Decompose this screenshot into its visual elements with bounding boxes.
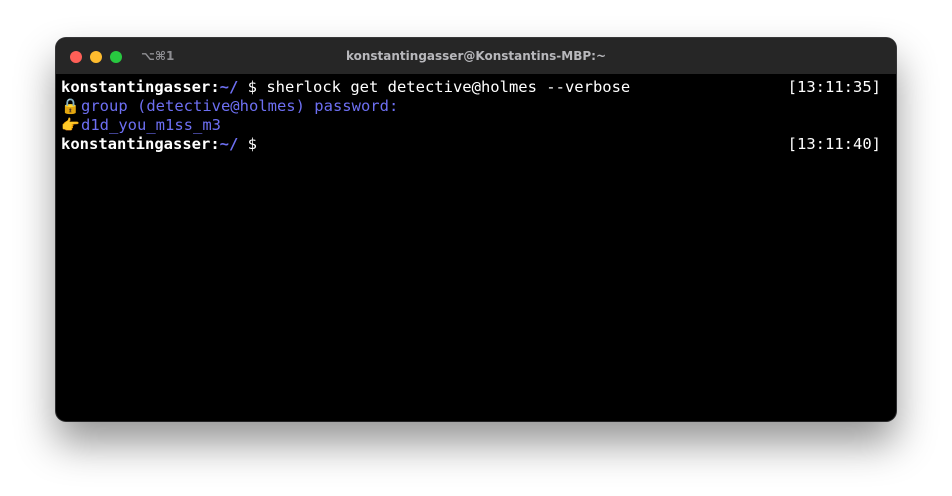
prompt-symbol: $: [238, 78, 267, 96]
prompt-path: ~/: [219, 78, 239, 96]
title-bar[interactable]: ⌥⌘1 konstantingasser@Konstantins-MBP:~: [56, 38, 896, 74]
terminal-window: ⌥⌘1 konstantingasser@Konstantins-MBP:~ k…: [56, 38, 896, 421]
password-prompt-text: group (detective@holmes) password:: [81, 97, 399, 115]
prompt-path: ~/: [219, 135, 239, 153]
timestamp: [13:11:35]: [787, 78, 881, 96]
terminal-content[interactable]: konstantingasser:~/ $ sherlock get detec…: [61, 78, 881, 154]
prompt-colon: :: [210, 135, 220, 153]
prompt-user: konstantingasser: [61, 78, 211, 96]
timestamp: [13:11:40]: [787, 135, 881, 153]
prompt-user: konstantingasser: [61, 135, 211, 153]
terminal-line-command: konstantingasser:~/ $ sherlock get detec…: [61, 78, 881, 97]
prompt-colon: :: [210, 78, 220, 96]
pointing-hand-icon: 👉: [61, 116, 80, 134]
command-text: sherlock get detective@holmes --verbose: [266, 78, 631, 96]
window-title: konstantingasser@Konstantins-MBP:~: [345, 49, 607, 63]
terminal-line-password-output: 👉d1d_you_m1ss_m3: [61, 116, 881, 135]
terminal-line-password-prompt: 🔒group (detective@holmes) password:: [61, 97, 881, 116]
password-output-text: d1d_you_m1ss_m3: [81, 116, 221, 134]
terminal-line-prompt: konstantingasser:~/ $ [13:11:40]: [61, 135, 881, 154]
lock-icon: 🔒: [61, 97, 80, 115]
prompt-symbol: $: [238, 135, 257, 153]
